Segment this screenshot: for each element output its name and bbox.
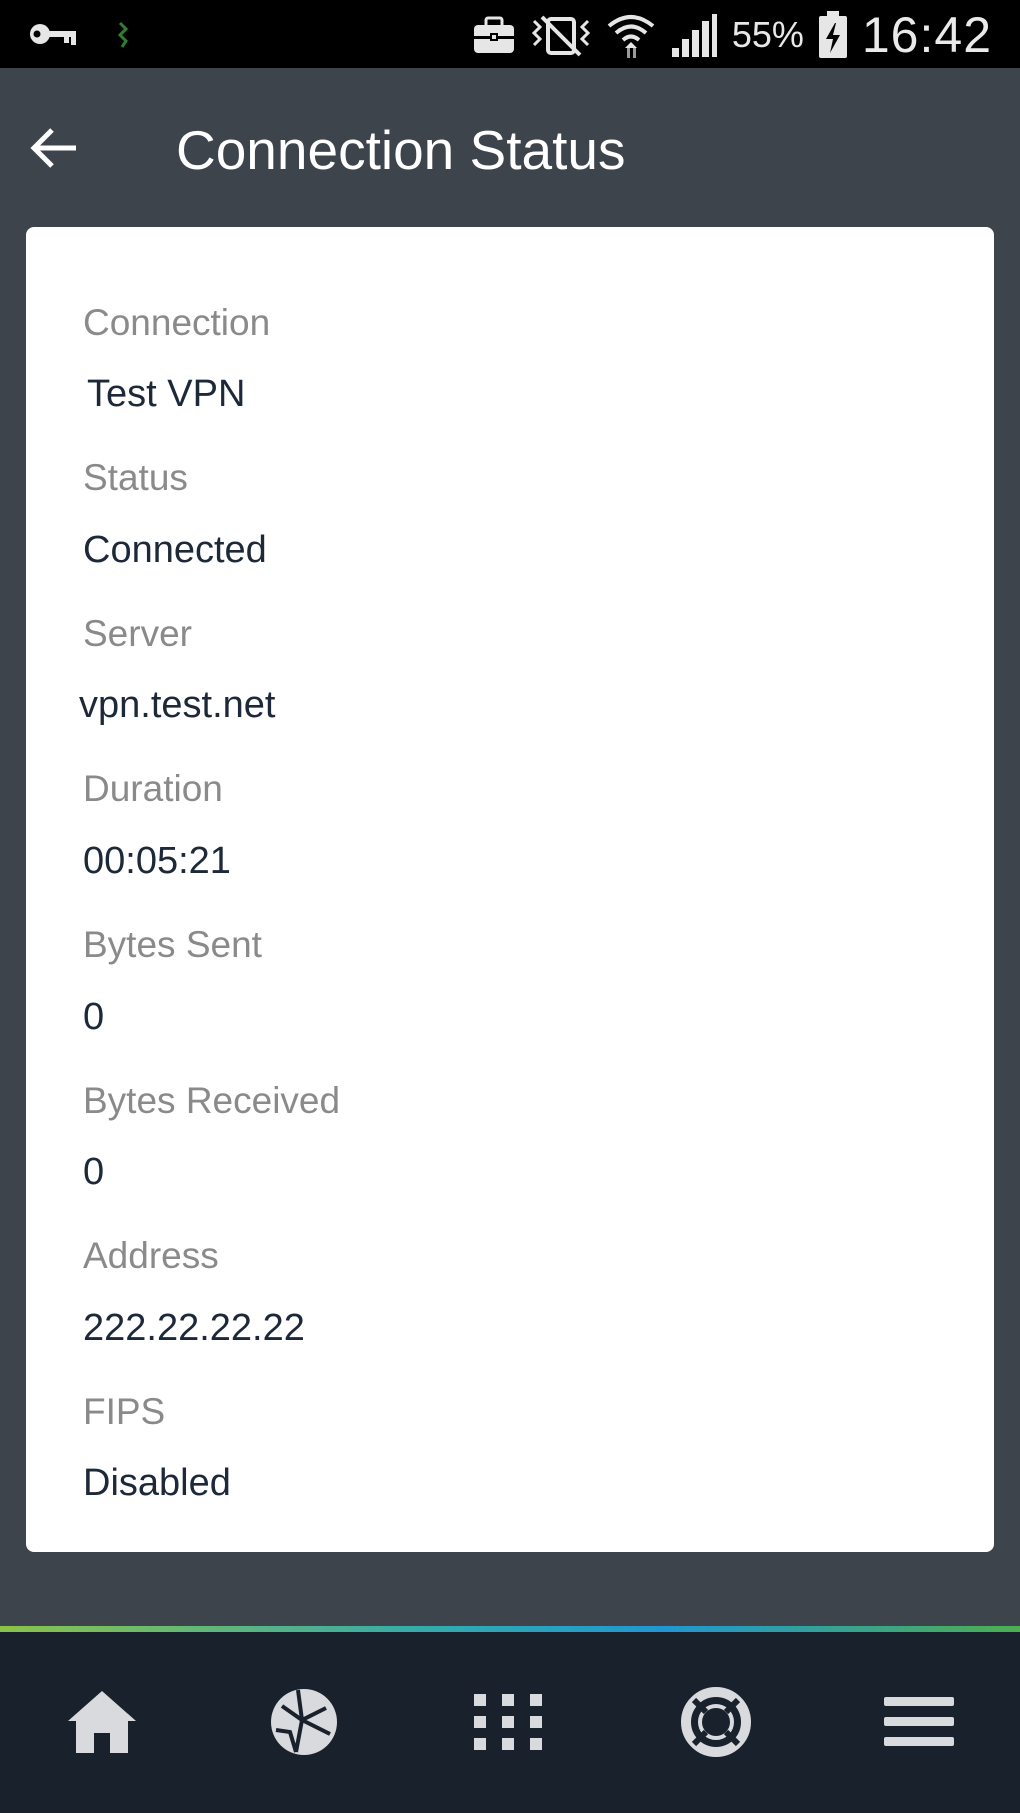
- status-value: Connected: [83, 529, 267, 571]
- briefcase-icon: [472, 15, 516, 55]
- status-bar: 55% 16:42: [0, 0, 1020, 68]
- key-icon: [28, 14, 78, 54]
- nav-globe-button[interactable]: [262, 1680, 346, 1764]
- wifi-icon: [606, 10, 656, 60]
- duration-value: 00:05:21: [83, 840, 231, 882]
- status-bar-left: [28, 14, 134, 54]
- connection-details-card: Connection Test VPN Status Connected Ser…: [26, 227, 994, 1552]
- fips-label: FIPS: [83, 1391, 166, 1432]
- back-button[interactable]: [26, 120, 82, 176]
- bytes-sent-label: Bytes Sent: [83, 924, 262, 965]
- bytes-received-label: Bytes Received: [83, 1080, 341, 1121]
- nav-menu-button[interactable]: [877, 1680, 961, 1764]
- status-label: Status: [83, 457, 188, 498]
- battery-charging-icon: [818, 11, 848, 59]
- app-bar: Connection Status: [0, 68, 1020, 228]
- notification-icon: [114, 19, 134, 49]
- status-bar-right: 55% 16:42: [472, 6, 992, 64]
- globe-icon: [268, 1686, 340, 1758]
- help-lifebuoy-icon: [680, 1686, 752, 1758]
- bottom-nav: [0, 1632, 1020, 1813]
- nav-help-button[interactable]: [674, 1680, 758, 1764]
- bytes-sent-value: 0: [83, 996, 105, 1038]
- connection-label: Connection: [83, 302, 271, 343]
- fips-value: Disabled: [83, 1462, 231, 1504]
- signal-icon: [670, 12, 718, 58]
- back-arrow-icon: [26, 120, 82, 176]
- server-label: Server: [83, 613, 192, 654]
- home-icon: [64, 1687, 140, 1757]
- duration-label: Duration: [83, 768, 223, 809]
- address-label: Address: [83, 1235, 219, 1276]
- connection-value: Test VPN: [87, 373, 246, 415]
- vibrate-icon: [530, 13, 592, 57]
- battery-percent: 55%: [731, 14, 804, 55]
- nav-apps-button[interactable]: [466, 1680, 550, 1764]
- nav-home-button[interactable]: [60, 1680, 144, 1764]
- bytes-received-value: 0: [83, 1151, 105, 1193]
- page-title: Connection Status: [176, 119, 626, 181]
- menu-icon: [884, 1695, 954, 1749]
- address-value: 222.22.22.22: [83, 1307, 305, 1349]
- server-value: vpn.test.net: [79, 684, 276, 726]
- apps-grid-icon: [472, 1692, 544, 1752]
- clock: 16:42: [861, 7, 992, 63]
